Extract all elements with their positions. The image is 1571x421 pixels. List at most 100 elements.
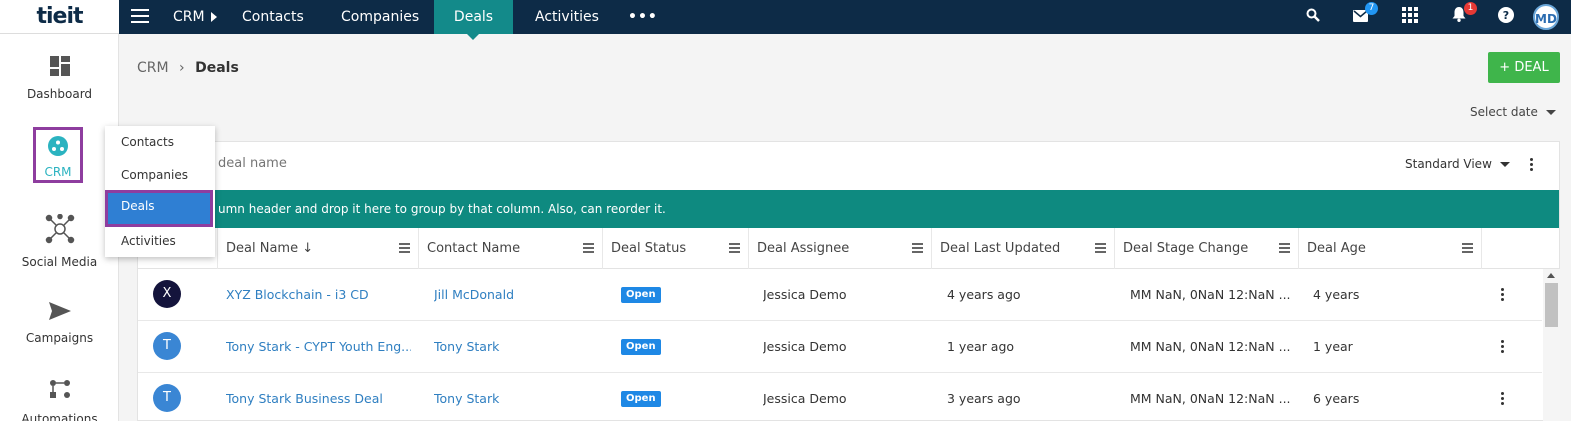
column-menu-icon[interactable] (1462, 243, 1473, 255)
sidebar-item-label: Campaigns (25, 331, 94, 345)
menu-item-activities[interactable]: Activities (105, 225, 215, 258)
menu-item-companies[interactable]: Companies (105, 159, 215, 192)
grid-options-icon[interactable] (1530, 158, 1534, 173)
deal-name-link[interactable]: XYZ Blockchain - i3 CD (226, 269, 411, 320)
sidebar-item-label: Automations (21, 412, 98, 421)
status-badge: Open (621, 287, 661, 303)
deal-age: 1 year (1313, 339, 1353, 354)
help-icon[interactable]: ? (1496, 7, 1516, 27)
avatar: T (153, 332, 181, 360)
table-header: Deal Name ↓ Contact Name Deal Status Dea… (138, 228, 1559, 269)
column-menu-icon[interactable] (583, 243, 594, 255)
chevron-down-icon (1499, 162, 1510, 167)
column-menu-icon[interactable] (1095, 243, 1106, 255)
deal-name-link[interactable]: Tony Stark Business Deal (226, 373, 411, 421)
crm-dropdown-menu: Contacts Companies Deals Activities (105, 126, 215, 257)
row-actions-icon[interactable] (1501, 340, 1505, 355)
apps-grid-icon[interactable] (1400, 7, 1420, 27)
add-deal-button[interactable]: + DEAL (1488, 52, 1560, 83)
hamburger-menu-icon[interactable] (131, 9, 149, 25)
logo[interactable]: tieit (0, 0, 119, 34)
search-icon[interactable] (1303, 7, 1323, 27)
deal-last-updated: 3 years ago (947, 391, 1021, 406)
breadcrumb-root[interactable]: CRM (137, 60, 169, 76)
sidebar-item-dashboard[interactable]: Dashboard (0, 56, 119, 101)
vertical-scrollbar[interactable] (1543, 269, 1560, 421)
header-deal-last-updated[interactable]: Deal Last Updated (932, 228, 1115, 269)
dashboard-icon (0, 56, 119, 79)
social-media-icon (0, 213, 119, 247)
sidebar-item-crm[interactable]: CRM (33, 127, 83, 183)
search-input[interactable] (218, 156, 618, 171)
deal-stage-change: MM NaN, 0NaN 12:NaN ... (1130, 391, 1290, 406)
sidebar-item-social-media[interactable]: Social Media (0, 213, 119, 269)
logo-text: tieit (36, 4, 83, 29)
deal-assignee: Jessica Demo (763, 287, 847, 302)
sidebar: Dashboard CRM Social Media Campaigns Aut… (0, 34, 119, 421)
caret-right-icon (210, 12, 217, 22)
table-row[interactable]: X XYZ Blockchain - i3 CD Jill McDonald O… (138, 269, 1542, 321)
row-actions-icon[interactable] (1501, 392, 1505, 407)
select-date-label: Select date (1470, 105, 1538, 119)
header-contact-name[interactable]: Contact Name (419, 228, 603, 269)
nav-crm-label: CRM (173, 9, 205, 25)
deals-grid: Standard View umn header and drop it her… (137, 141, 1560, 421)
deal-last-updated: 4 years ago (947, 287, 1021, 302)
deal-assignee: Jessica Demo (763, 391, 847, 406)
avatar: T (153, 384, 181, 412)
deal-last-updated: 1 year ago (947, 339, 1015, 354)
user-avatar[interactable]: MD (1533, 4, 1559, 30)
header-deal-age[interactable]: Deal Age (1299, 228, 1482, 269)
scroll-thumb[interactable] (1545, 283, 1558, 327)
header-deal-name[interactable]: Deal Name ↓ (218, 228, 419, 269)
tab-companies[interactable]: Companies (341, 0, 419, 34)
tab-activities[interactable]: Activities (535, 0, 599, 34)
header-label: Deal Name ↓ (226, 241, 314, 256)
status-badge: Open (621, 391, 661, 407)
header-deal-status[interactable]: Deal Status (603, 228, 749, 269)
mail-icon[interactable]: 7 (1350, 2, 1378, 27)
notification-bell-icon[interactable]: 1 (1449, 2, 1477, 27)
column-menu-icon[interactable] (912, 243, 923, 255)
deal-stage-change: MM NaN, 0NaN 12:NaN ... (1130, 339, 1290, 354)
header-label: Deal Assignee (757, 241, 850, 256)
sidebar-item-label: Dashboard (26, 87, 93, 101)
sidebar-item-label: Social Media (21, 255, 98, 269)
mail-badge: 7 (1365, 2, 1378, 15)
sidebar-item-label: CRM (44, 165, 72, 179)
header-deal-stage-change[interactable]: Deal Stage Change (1115, 228, 1299, 269)
column-menu-icon[interactable] (399, 243, 410, 255)
view-selector[interactable]: Standard View (1405, 157, 1510, 171)
header-label: Deal Stage Change (1123, 241, 1249, 256)
column-menu-icon[interactable] (1279, 243, 1290, 255)
breadcrumb-separator: › (179, 60, 185, 76)
menu-item-contacts[interactable]: Contacts (105, 126, 215, 159)
table-row[interactable]: T Tony Stark Business Deal Tony Stark Op… (138, 373, 1542, 421)
contact-name-link[interactable]: Jill McDonald (434, 269, 594, 320)
header-label: Deal Status (611, 241, 687, 256)
avatar: X (153, 280, 181, 308)
tab-contacts[interactable]: Contacts (242, 0, 304, 34)
sidebar-item-campaigns[interactable]: Campaigns (0, 302, 119, 345)
sidebar-item-automations[interactable]: Automations (0, 379, 119, 421)
header-label: Deal Age (1307, 241, 1366, 256)
deal-stage-change: MM NaN, 0NaN 12:NaN ... (1130, 287, 1290, 302)
header-label: Contact Name (427, 241, 521, 256)
deal-age: 4 years (1313, 287, 1360, 302)
select-date-dropdown[interactable]: Select date (1470, 105, 1556, 119)
deal-assignee: Jessica Demo (763, 339, 847, 354)
tab-deals[interactable]: Deals (434, 0, 513, 40)
campaigns-icon (0, 302, 119, 323)
row-actions-icon[interactable] (1501, 288, 1505, 303)
nav-crm[interactable]: CRM (173, 0, 217, 34)
menu-item-deals[interactable]: Deals (105, 190, 213, 227)
table-row[interactable]: T Tony Stark - CYPT Youth Eng... Tony St… (138, 321, 1542, 373)
scroll-up-icon[interactable] (1547, 273, 1555, 278)
column-menu-icon[interactable] (729, 243, 740, 255)
deal-name-link[interactable]: Tony Stark - CYPT Youth Eng... (226, 321, 411, 372)
group-by-drop-zone[interactable]: umn header and drop it here to group by … (138, 190, 1559, 228)
more-icon[interactable]: ••• (628, 0, 658, 34)
contact-name-link[interactable]: Tony Stark (434, 321, 594, 372)
contact-name-link[interactable]: Tony Stark (434, 373, 594, 421)
header-deal-assignee[interactable]: Deal Assignee (749, 228, 932, 269)
